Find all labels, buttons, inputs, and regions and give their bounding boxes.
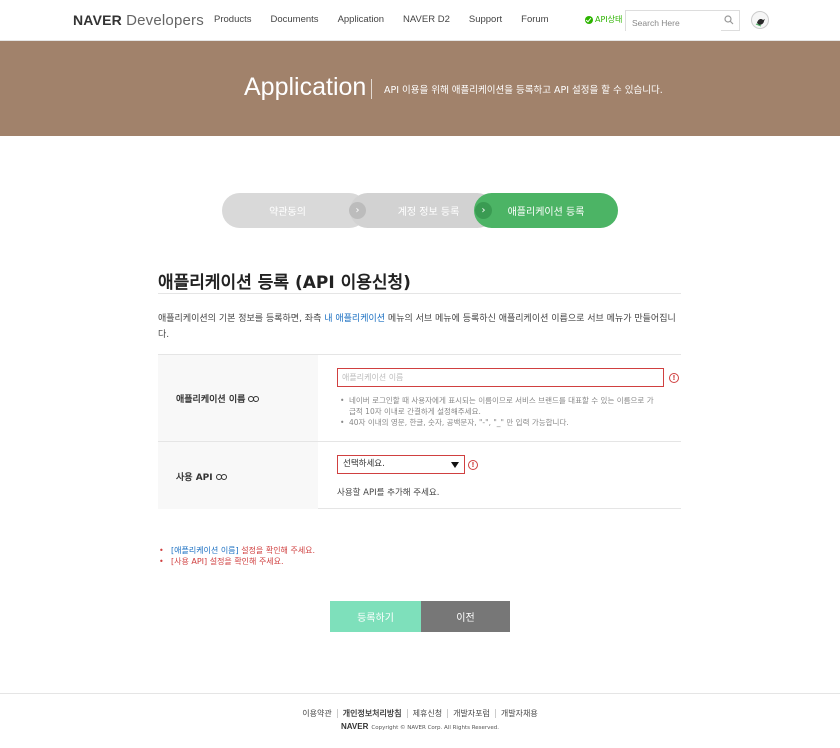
- app-name-label-text: 애플리케이션 이름: [176, 395, 246, 405]
- section-description: 애플리케이션의 기본 정보를 등록하면, 좌측 내 애플리케이션 메뉴의 서브 …: [158, 311, 683, 343]
- footer-privacy[interactable]: 개인정보처리방침: [336, 709, 407, 718]
- step-terms: 약관동의: [222, 193, 367, 228]
- banner-divider: [371, 79, 372, 99]
- app-name-input[interactable]: [337, 368, 664, 387]
- footer-dev-forum[interactable]: 개발자포럼: [447, 709, 495, 718]
- nav-support[interactable]: Support: [469, 14, 502, 25]
- registration-steps: 약관동의 계정 정보 등록 애플리케이션 등록 › ›: [222, 193, 618, 228]
- desc-before: 애플리케이션의 기본 정보를 등록하면, 좌측: [158, 314, 325, 324]
- copyright-text: Copyright © NAVER Corp. All Rights Reser…: [371, 725, 500, 731]
- api-status-label: API상태: [595, 15, 623, 24]
- footer-naver-logo: NAVER: [340, 722, 369, 731]
- banner-description: API 이용을 위해 애플리케이션을 등록하고 API 설정을 할 수 있습니다…: [384, 85, 663, 96]
- error-app-name-msg: 설정을 확인해 주세요.: [238, 546, 316, 555]
- footer-links: 이용약관 개인정보처리방침 제휴신청 개발자포럼 개발자채용: [0, 709, 840, 718]
- nav-documents[interactable]: Documents: [271, 14, 319, 25]
- warning-icon: !: [669, 373, 679, 383]
- nav-products[interactable]: Products: [214, 14, 252, 25]
- chevron-right-icon: ›: [475, 202, 492, 219]
- nav-naver-d2[interactable]: NAVER D2: [403, 14, 450, 25]
- api-label-text: 사용 API: [176, 473, 213, 483]
- application-form: 애플리케이션 이름 ! 네이버 로그인할 때 사용자에게 표시되는 이름이므로 …: [158, 354, 681, 509]
- nav-forum[interactable]: Forum: [521, 14, 548, 25]
- top-header: NAVER Developers Products Documents Appl…: [0, 0, 840, 41]
- link-icon[interactable]: [215, 473, 227, 480]
- register-button[interactable]: 등록하기: [330, 601, 421, 632]
- footer-partnership[interactable]: 제휴신청: [406, 709, 447, 718]
- profile-bird-icon: [755, 19, 765, 27]
- footer-divider: [0, 693, 840, 694]
- logo-brand: NAVER: [73, 12, 122, 28]
- form-row-api: 사용 API 선택하세요. ! 사용할 API를 추가해 주세요.: [158, 442, 681, 509]
- link-icon[interactable]: [248, 395, 260, 402]
- search-input[interactable]: [626, 13, 721, 33]
- page-banner: Application API 이용을 위해 애플리케이션을 등록하고 API …: [0, 41, 840, 136]
- form-row-app-name: 애플리케이션 이름 ! 네이버 로그인할 때 사용자에게 표시되는 이름이므로 …: [158, 355, 681, 442]
- step-app-register-label: 애플리케이션 등록: [507, 207, 585, 218]
- logo-product: Developers: [126, 12, 204, 29]
- naver-developers-logo[interactable]: NAVER Developers: [73, 12, 204, 29]
- label-cell: 애플리케이션 이름: [158, 355, 318, 441]
- dropdown-triangle-icon: [451, 462, 459, 468]
- app-name-hint-1: 네이버 로그인할 때 사용자에게 표시되는 이름이므로 서비스 브랜드를 대표할…: [340, 395, 660, 417]
- validation-errors: [애플리케이션 이름] 설정을 확인해 주세요. [사용 API] 설정을 확인…: [159, 545, 315, 567]
- label-cell: 사용 API: [158, 442, 318, 509]
- api-label: 사용 API: [176, 470, 227, 483]
- user-avatar[interactable]: [751, 11, 769, 29]
- step-account-info-label: 계정 정보 등록: [397, 207, 460, 218]
- step-app-register: 애플리케이션 등록: [474, 193, 618, 228]
- api-status-link[interactable]: API상태: [585, 14, 622, 25]
- footer-copyright: NAVER Copyright © NAVER Corp. All Rights …: [0, 722, 840, 731]
- step-terms-label: 약관동의: [269, 207, 306, 218]
- chevron-right-icon: ›: [349, 202, 366, 219]
- error-app-name-field: [애플리케이션 이름]: [171, 546, 239, 555]
- section-divider: [158, 293, 681, 294]
- api-select[interactable]: 선택하세요.: [337, 455, 465, 474]
- section-title: 애플리케이션 등록 (API 이용신청): [158, 273, 411, 293]
- api-select-value: 선택하세요.: [343, 459, 385, 469]
- app-name-hint-2: 40자 이내의 영문, 한글, 숫자, 공백문자, "-", "_" 만 입력 …: [340, 417, 660, 428]
- banner-title: Application: [244, 73, 367, 101]
- app-name-hints: 네이버 로그인할 때 사용자에게 표시되는 이름이므로 서비스 브랜드를 대표할…: [340, 395, 660, 428]
- footer-terms[interactable]: 이용약관: [297, 709, 336, 718]
- previous-button[interactable]: 이전: [421, 601, 510, 632]
- warning-icon: !: [468, 460, 478, 470]
- main-nav: Products Documents Application NAVER D2 …: [214, 14, 568, 25]
- my-applications-link[interactable]: 내 애플리케이션: [324, 314, 385, 324]
- api-help-text: 사용할 API를 추가해 주세요.: [337, 488, 440, 498]
- app-name-label: 애플리케이션 이름: [176, 392, 260, 405]
- footer-dev-recruit[interactable]: 개발자채용: [494, 709, 543, 718]
- error-app-name: [애플리케이션 이름] 설정을 확인해 주세요.: [159, 545, 315, 556]
- error-api: [사용 API] 설정을 확인해 주세요.: [159, 556, 315, 567]
- nav-application[interactable]: Application: [338, 14, 384, 25]
- search-icon[interactable]: [724, 15, 734, 25]
- check-circle-icon: [585, 15, 593, 24]
- search-box: [625, 10, 740, 33]
